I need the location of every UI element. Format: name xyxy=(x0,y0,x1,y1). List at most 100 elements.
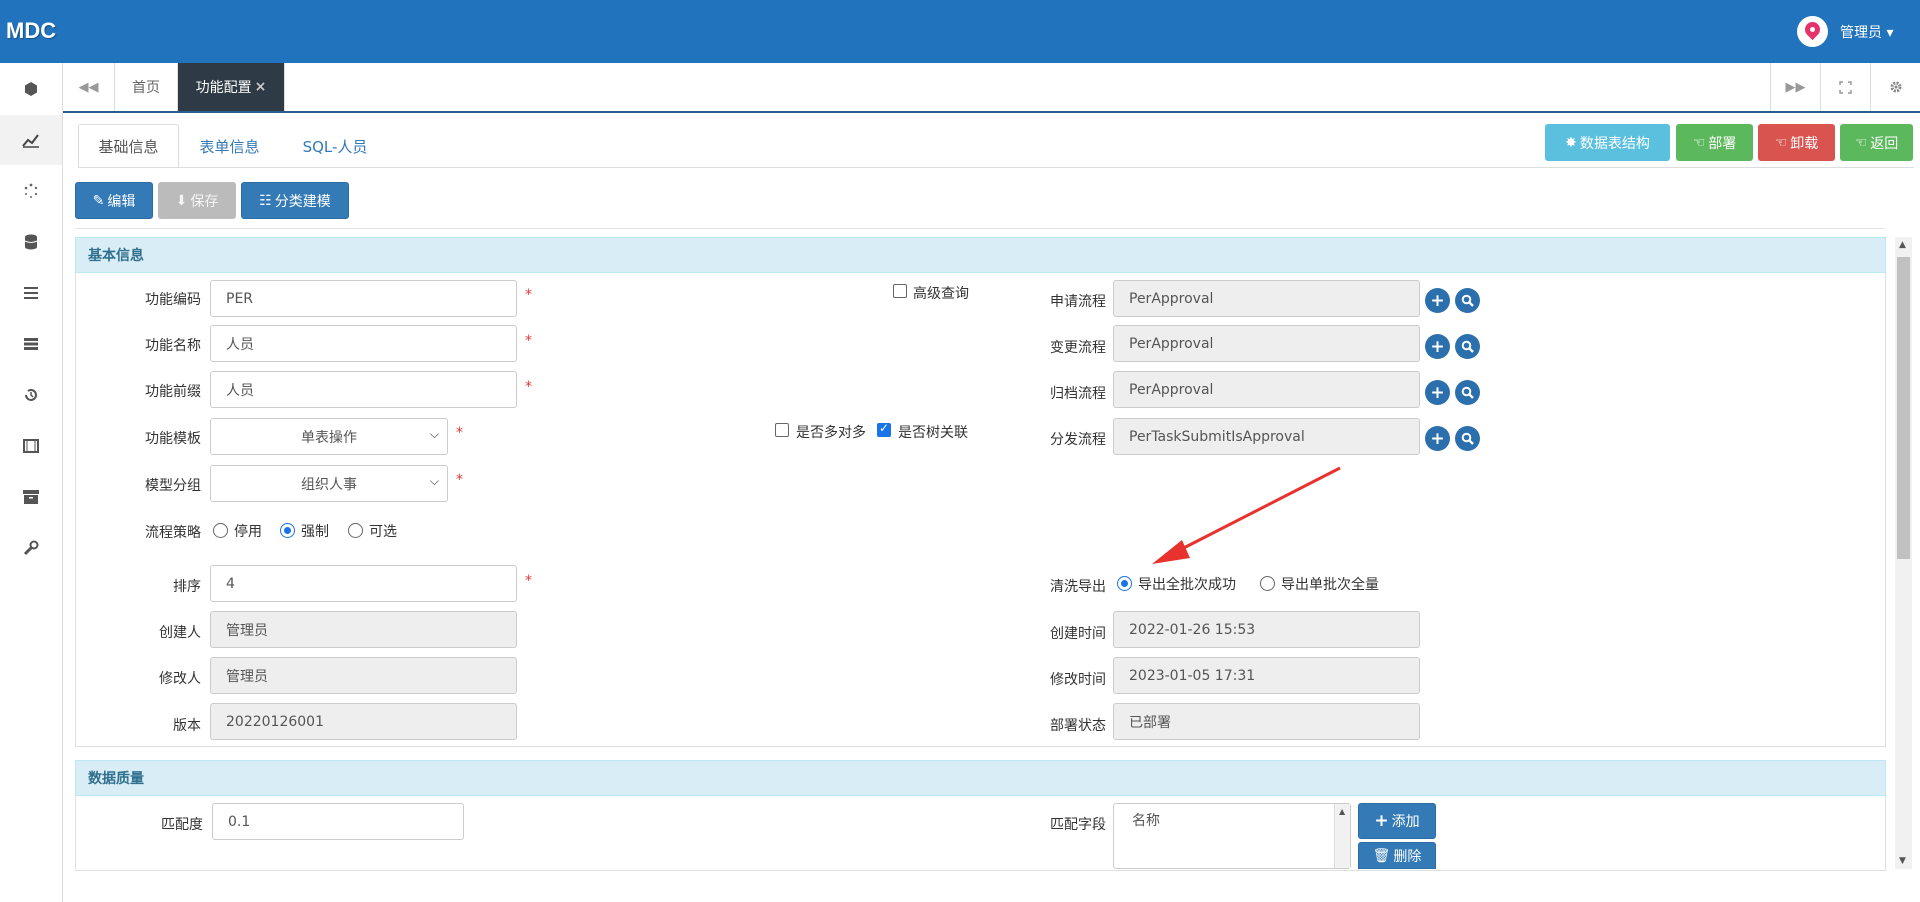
plus-icon: + xyxy=(1374,811,1389,831)
subtab-divider xyxy=(78,167,1914,168)
archive-flow-field: PerApproval xyxy=(1113,371,1420,408)
version-label: 版本 xyxy=(173,718,201,734)
plus-icon[interactable]: + xyxy=(1425,334,1450,359)
gear-icon[interactable] xyxy=(1870,63,1920,111)
plus-icon[interactable]: + xyxy=(1425,426,1450,451)
match-input[interactable]: 0.1 xyxy=(212,803,464,840)
tab-function-config[interactable]: 功能配置 × xyxy=(178,63,285,111)
main-scrollbar[interactable]: ▲ ▼ xyxy=(1895,237,1912,869)
scroll-left-icon[interactable]: ◀◀ xyxy=(63,63,115,111)
prefix-input[interactable]: 人员 xyxy=(210,371,517,408)
back-label: 返回 xyxy=(1870,135,1899,152)
dispatch-flow-label: 分发流程 xyxy=(1050,432,1106,448)
creator-label: 创建人 xyxy=(159,625,201,641)
group-select[interactable]: 组织人事 ⌵ xyxy=(210,465,448,502)
search-icon[interactable] xyxy=(1455,426,1480,451)
back-button[interactable]: ☜ 返回 xyxy=(1840,124,1913,161)
required-marker: * xyxy=(525,287,532,303)
user-menu[interactable]: 管理员 ▾ xyxy=(1840,22,1893,42)
chart-icon[interactable] xyxy=(0,115,62,165)
required-marker: * xyxy=(456,425,463,441)
deploy-status-field: 已部署 xyxy=(1113,703,1420,740)
scroll-down-icon[interactable]: ▼ xyxy=(1899,856,1906,866)
edit-button[interactable]: ✎ 编辑 xyxy=(75,182,153,219)
database-icon[interactable] xyxy=(0,217,62,267)
export-radio-single-batch[interactable] xyxy=(1260,576,1275,591)
name-input[interactable]: 人员 xyxy=(210,325,517,362)
creator-field: 管理员 xyxy=(210,611,517,648)
cube-icon[interactable] xyxy=(0,64,62,114)
match-field-label: 匹配字段 xyxy=(1050,817,1106,833)
chevron-down-icon: ⌵ xyxy=(429,474,439,488)
strategy-option-label: 强制 xyxy=(301,524,329,540)
edit-label: 编辑 xyxy=(107,193,136,210)
created-time-field: 2022-01-26 15:53 xyxy=(1113,611,1420,648)
dispatch-flow-field: PerTaskSubmitIsApproval xyxy=(1113,418,1420,455)
subtab-basic-info[interactable]: 基础信息 xyxy=(78,124,179,168)
user-avatar[interactable] xyxy=(1797,16,1828,47)
category-model-button[interactable]: ☷ 分类建模 xyxy=(241,182,349,219)
subtab-sql-person[interactable]: SQL-人员 xyxy=(280,124,390,168)
history-icon[interactable] xyxy=(0,370,62,420)
order-input[interactable]: 4 xyxy=(210,565,517,602)
app-logo[interactable]: MDC xyxy=(6,18,56,44)
scrollbar-thumb[interactable] xyxy=(1897,257,1910,559)
save-label: 保存 xyxy=(190,193,219,210)
strategy-radio-optional[interactable] xyxy=(348,523,363,538)
listbox-scrollbar[interactable]: ▲ xyxy=(1334,804,1350,868)
template-label: 功能模板 xyxy=(145,431,201,447)
plus-icon[interactable]: + xyxy=(1425,380,1450,405)
template-value: 单表操作 xyxy=(301,429,357,446)
tree-relation-checkbox[interactable] xyxy=(877,421,891,437)
basic-info-header: 基本信息 xyxy=(75,237,1886,273)
archive-icon[interactable] xyxy=(0,472,62,522)
advanced-query-checkbox[interactable] xyxy=(893,284,907,298)
scroll-up-icon[interactable]: ▲ xyxy=(1339,807,1345,816)
search-icon[interactable] xyxy=(1455,288,1480,313)
search-icon[interactable] xyxy=(1455,334,1480,359)
deploy-status-label: 部署状态 xyxy=(1050,718,1106,734)
film-icon[interactable] xyxy=(0,421,62,471)
table-structure-button[interactable]: ✸ 数据表结构 xyxy=(1545,124,1670,161)
category-model-label: 分类建模 xyxy=(274,193,331,210)
add-field-button[interactable]: + 添加 xyxy=(1358,803,1436,839)
trash-icon: 🗑 xyxy=(1372,847,1391,864)
download-icon: ⬇ xyxy=(175,192,188,209)
archive-flow-label: 归档流程 xyxy=(1050,386,1106,402)
spinner-icon[interactable] xyxy=(0,166,62,216)
strategy-radio-force[interactable] xyxy=(280,523,295,538)
annotation-arrow xyxy=(1152,466,1341,564)
scroll-right-icon[interactable]: ▶▶ xyxy=(1770,63,1820,111)
required-marker: * xyxy=(525,573,532,589)
required-marker: * xyxy=(525,379,532,395)
strategy-radio-disable[interactable] xyxy=(213,523,228,538)
code-input[interactable]: PER xyxy=(210,280,517,317)
list-icon[interactable] xyxy=(0,268,62,318)
save-button[interactable]: ⬇ 保存 xyxy=(158,182,236,219)
wrench-icon[interactable] xyxy=(0,523,62,573)
modified-time-field: 2023-01-05 17:31 xyxy=(1113,657,1420,694)
list-item[interactable]: 名称 xyxy=(1132,810,1160,830)
version-field: 20220126001 xyxy=(210,703,517,740)
search-icon[interactable] xyxy=(1455,380,1480,405)
delete-field-button[interactable]: 🗑 删除 xyxy=(1358,842,1436,869)
many-to-many-checkbox[interactable] xyxy=(775,423,789,437)
template-select[interactable]: 单表操作 ⌵ xyxy=(210,418,448,455)
fullscreen-icon[interactable] xyxy=(1820,63,1870,111)
export-radio-all-batches[interactable] xyxy=(1117,576,1132,591)
server-icon[interactable] xyxy=(0,319,62,369)
subtab-form-info[interactable]: 表单信息 xyxy=(179,124,280,168)
hand-icon: ☜ xyxy=(1692,134,1706,151)
required-marker: * xyxy=(456,472,463,488)
deploy-button[interactable]: ☜ 部署 xyxy=(1676,124,1753,161)
match-field-listbox[interactable]: 名称 ▲ xyxy=(1113,803,1351,869)
scroll-up-icon[interactable]: ▲ xyxy=(1899,240,1906,250)
close-icon[interactable]: × xyxy=(255,79,267,95)
tab-label: 功能配置 xyxy=(195,80,252,96)
undeploy-button[interactable]: ☜ 卸载 xyxy=(1758,124,1835,161)
tab-home[interactable]: 首页 xyxy=(115,63,178,111)
code-label: 功能编码 xyxy=(145,292,201,308)
plus-icon[interactable]: + xyxy=(1425,288,1450,313)
modifier-field: 管理员 xyxy=(210,657,517,694)
created-time-label: 创建时间 xyxy=(1050,626,1106,642)
